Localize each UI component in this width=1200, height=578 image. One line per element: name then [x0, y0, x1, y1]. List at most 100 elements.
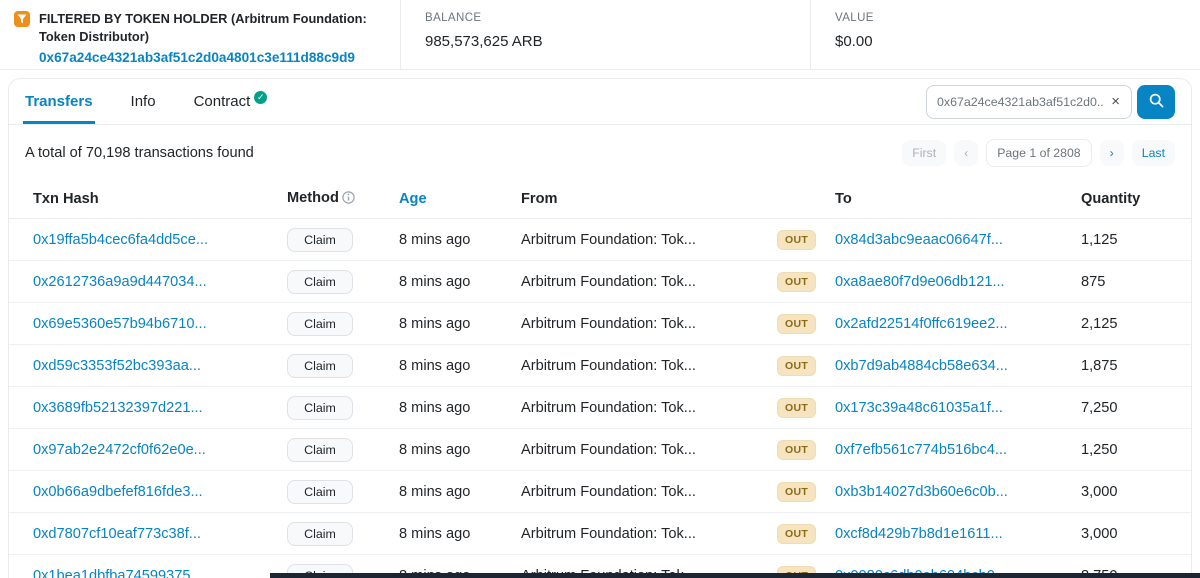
- filter-funnel-icon: [14, 11, 30, 27]
- from-cell[interactable]: Arbitrum Foundation: Tok...: [521, 274, 777, 290]
- txn-hash-link[interactable]: 0x19ffa5b4cec6fa4dd5ce...: [33, 232, 208, 248]
- from-cell[interactable]: Arbitrum Foundation: Tok...: [521, 316, 777, 332]
- from-cell[interactable]: Arbitrum Foundation: Tok...: [521, 484, 777, 500]
- method-badge[interactable]: Claim: [287, 269, 353, 294]
- table-row: 0x69e5360e57b94b6710... Claim 8 mins ago…: [9, 303, 1191, 345]
- to-address-link[interactable]: 0x84d3abc9eaac06647f...: [835, 232, 1003, 248]
- to-address-link[interactable]: 0xa8ae80f7d9e06db121...: [835, 274, 1005, 290]
- search-button[interactable]: [1137, 84, 1175, 119]
- table-body: 0x19ffa5b4cec6fa4dd5ce... Claim 8 mins a…: [9, 219, 1191, 578]
- pagination-first-button[interactable]: First: [902, 140, 947, 166]
- tab-transfers[interactable]: Transfers: [23, 79, 95, 124]
- table-row: 0x0b66a9dbefef816fde3... Claim 8 mins ag…: [9, 471, 1191, 513]
- direction-badge: OUT: [777, 397, 817, 418]
- table-row: 0x3689fb52132397d221... Claim 8 mins ago…: [9, 387, 1191, 429]
- from-cell[interactable]: Arbitrum Foundation: Tok...: [521, 400, 777, 416]
- header-age: Age: [399, 191, 521, 207]
- tab-bar: Transfers Info Contract ✓ ×: [9, 79, 1191, 125]
- method-badge[interactable]: Claim: [287, 311, 353, 336]
- from-cell[interactable]: Arbitrum Foundation: Tok...: [521, 232, 777, 248]
- value-label: VALUE: [835, 12, 874, 24]
- from-cell[interactable]: Arbitrum Foundation: Tok...: [521, 442, 777, 458]
- summary-row: A total of 70,198 transactions found Fir…: [9, 125, 1191, 179]
- method-badge[interactable]: Claim: [287, 437, 353, 462]
- table-row: 0x19ffa5b4cec6fa4dd5ce... Claim 8 mins a…: [9, 219, 1191, 261]
- pagination-last-button[interactable]: Last: [1131, 140, 1175, 166]
- to-address-link[interactable]: 0xf7efb561c774b516bc4...: [835, 442, 1007, 458]
- token-holder-summary-bar: FILTERED BY TOKEN HOLDER (Arbitrum Found…: [0, 0, 1200, 70]
- value-section: VALUE $0.00: [810, 0, 1200, 69]
- age-cell: 8 mins ago: [399, 525, 471, 542]
- transactions-count-text: A total of 70,198 transactions found: [25, 145, 254, 161]
- age-toggle-link[interactable]: Age: [399, 191, 427, 207]
- method-badge[interactable]: Claim: [287, 395, 353, 420]
- txn-hash-link[interactable]: 0xd7807cf10eaf773c38f...: [33, 526, 201, 542]
- header-quantity: Quantity: [1081, 190, 1141, 207]
- table-row: 0xd59c3353f52bc393aa... Claim 8 mins ago…: [9, 345, 1191, 387]
- txn-hash-link[interactable]: 0x0b66a9dbefef816fde3...: [33, 484, 203, 500]
- quantity-cell: 3,000: [1081, 483, 1118, 500]
- verified-check-icon: ✓: [254, 90, 268, 104]
- direction-badge: OUT: [777, 481, 817, 502]
- direction-badge: OUT: [777, 229, 817, 250]
- age-cell: 8 mins ago: [399, 357, 471, 374]
- quantity-cell: 1,875: [1081, 357, 1118, 374]
- method-badge[interactable]: Claim: [287, 227, 353, 252]
- txn-hash-link[interactable]: 0x2612736a9a9d447034...: [33, 274, 207, 290]
- txn-hash-link[interactable]: 0x3689fb52132397d221...: [33, 400, 203, 416]
- balance-value: 985,573,625 ARB: [425, 33, 543, 50]
- age-cell: 8 mins ago: [399, 273, 471, 290]
- to-address-link[interactable]: 0x2afd22514f0ffc619ee2...: [835, 316, 1008, 332]
- quantity-cell: 7,250: [1081, 399, 1118, 416]
- quantity-cell: 1,250: [1081, 441, 1118, 458]
- age-cell: 8 mins ago: [399, 315, 471, 332]
- direction-badge: OUT: [777, 355, 817, 376]
- tab-transfers-label: Transfers: [25, 93, 93, 110]
- quantity-cell: 1,125: [1081, 231, 1118, 248]
- search-group: ×: [926, 84, 1175, 119]
- quantity-cell: 3,000: [1081, 525, 1118, 542]
- pagination-next-button[interactable]: ›: [1099, 140, 1124, 166]
- filtered-address-link[interactable]: 0x67a24ce4321ab3af51c2d0a4801c3e111d88c9…: [39, 50, 355, 65]
- direction-badge: OUT: [777, 313, 817, 334]
- table-row: 0x97ab2e2472cf0f62e0e... Claim 8 mins ag…: [9, 429, 1191, 471]
- balance-section: BALANCE 985,573,625 ARB: [400, 0, 810, 69]
- txn-hash-link[interactable]: 0x69e5360e57b94b6710...: [33, 316, 207, 332]
- filter-label: FILTERED BY TOKEN HOLDER (Arbitrum Found…: [39, 11, 367, 44]
- to-address-link[interactable]: 0x173c39a48c61035a1f...: [835, 400, 1003, 416]
- to-address-link[interactable]: 0xb7d9ab4884cb58e634...: [835, 358, 1008, 374]
- header-method: Method: [287, 190, 399, 208]
- tab-contract-label: Contract: [193, 93, 251, 110]
- from-cell[interactable]: Arbitrum Foundation: Tok...: [521, 526, 777, 542]
- header-from: From: [521, 190, 558, 207]
- from-cell[interactable]: Arbitrum Foundation: Tok...: [521, 358, 777, 374]
- method-badge[interactable]: Claim: [287, 353, 353, 378]
- search-box: ×: [926, 84, 1132, 119]
- pagination: First ‹ Page 1 of 2808 › Last: [902, 139, 1175, 167]
- info-icon[interactable]: [342, 190, 355, 208]
- txn-hash-link[interactable]: 0x1bea1dbfba74599375...: [33, 568, 203, 578]
- txn-hash-link[interactable]: 0x97ab2e2472cf0f62e0e...: [33, 442, 206, 458]
- pagination-prev-button[interactable]: ‹: [954, 140, 979, 166]
- tab-info-label: Info: [130, 93, 156, 110]
- balance-label: BALANCE: [425, 12, 482, 24]
- direction-badge: OUT: [777, 523, 817, 544]
- quantity-cell: 875: [1081, 273, 1106, 290]
- search-clear-button[interactable]: ×: [1104, 94, 1127, 109]
- search-icon: [1149, 93, 1164, 111]
- table-row: 0xd7807cf10eaf773c38f... Claim 8 mins ag…: [9, 513, 1191, 555]
- bottom-dark-strip: [270, 573, 1200, 578]
- table-row: 0x2612736a9a9d447034... Claim 8 mins ago…: [9, 261, 1191, 303]
- search-input[interactable]: [937, 94, 1105, 109]
- tab-info[interactable]: Info: [129, 79, 158, 124]
- tab-contract[interactable]: Contract ✓: [192, 79, 270, 124]
- to-address-link[interactable]: 0xb3b14027d3b60e6c0b...: [835, 484, 1008, 500]
- direction-badge: OUT: [777, 271, 817, 292]
- method-badge[interactable]: Claim: [287, 479, 353, 504]
- age-cell: 8 mins ago: [399, 399, 471, 416]
- to-address-link[interactable]: 0xcf8d429b7b8d1e1611...: [835, 526, 1003, 542]
- quantity-cell: 2,125: [1081, 315, 1118, 332]
- direction-badge: OUT: [777, 439, 817, 460]
- method-badge[interactable]: Claim: [287, 521, 353, 546]
- txn-hash-link[interactable]: 0xd59c3353f52bc393aa...: [33, 358, 201, 374]
